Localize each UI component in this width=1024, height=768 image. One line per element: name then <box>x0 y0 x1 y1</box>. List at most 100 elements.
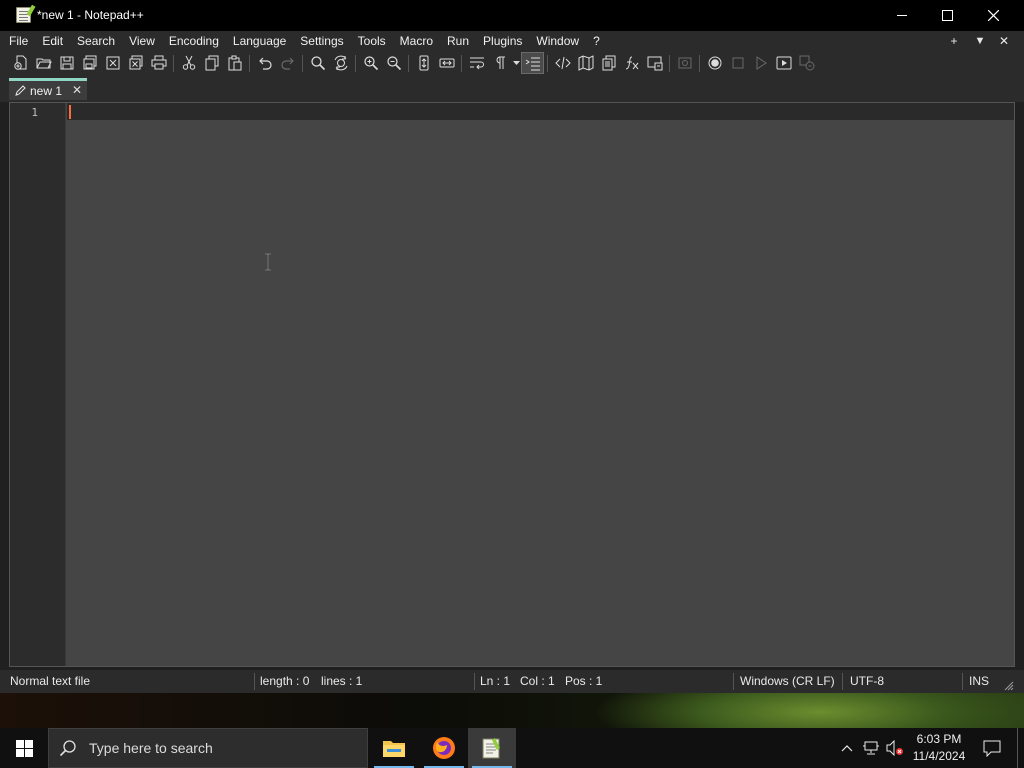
toolbar-separator <box>408 54 409 72</box>
tab-bar: new 1 ✕ <box>0 75 1024 102</box>
document-list-icon <box>602 55 615 71</box>
sync-horizontal-icon <box>439 58 454 68</box>
menu-plugins[interactable]: Plugins <box>476 31 529 51</box>
clock-time: 6:03 PM <box>916 732 962 746</box>
taskbar-file-explorer[interactable] <box>370 728 418 768</box>
copy-icon <box>205 55 218 71</box>
menu-macro[interactable]: Macro <box>393 31 440 51</box>
close-icon <box>106 56 119 70</box>
save-button[interactable] <box>55 52 78 74</box>
notification-center-button[interactable] <box>978 728 1006 768</box>
status-encoding[interactable]: UTF-8 <box>850 670 884 693</box>
sync-vertical-icon <box>419 55 428 71</box>
toolbar-separator <box>302 54 303 72</box>
menu-edit[interactable]: Edit <box>35 31 70 51</box>
open-file-button[interactable] <box>32 52 55 74</box>
folder-workspace-button[interactable] <box>643 52 666 74</box>
document-map-button[interactable] <box>574 52 597 74</box>
taskbar-search-box[interactable]: Type here to search <box>48 728 368 768</box>
menu-search[interactable]: Search <box>70 31 122 51</box>
play-macro-icon <box>756 56 767 70</box>
record-macro-button[interactable] <box>703 52 726 74</box>
show-all-characters-dropdown[interactable] <box>511 52 521 74</box>
save-macro-button[interactable] <box>795 52 818 74</box>
notification-icon <box>983 740 1001 757</box>
save-all-icon <box>83 55 96 70</box>
tab-list-dropdown-button[interactable]: ▼ <box>970 31 990 51</box>
status-separator <box>474 673 475 690</box>
sync-vertical-button[interactable] <box>412 52 435 74</box>
play-macro-button[interactable] <box>749 52 772 74</box>
menu-encoding[interactable]: Encoding <box>162 31 226 51</box>
menu-settings[interactable]: Settings <box>293 31 350 51</box>
show-all-characters-button[interactable] <box>488 52 511 74</box>
print-button[interactable] <box>147 52 170 74</box>
status-eol-format[interactable]: Windows (CR LF) <box>740 670 835 693</box>
paste-button[interactable] <box>223 52 246 74</box>
replace-button[interactable] <box>329 52 352 74</box>
copy-button[interactable] <box>200 52 223 74</box>
menu-file[interactable]: File <box>0 31 35 51</box>
monitoring-button[interactable] <box>673 52 696 74</box>
status-length: length : 0 <box>260 674 310 688</box>
toolbar-separator <box>355 54 356 72</box>
start-button[interactable] <box>0 728 48 768</box>
close-button[interactable] <box>970 0 1016 31</box>
tab-new-1[interactable]: new 1 ✕ <box>9 78 87 100</box>
taskbar-clock[interactable]: 6:03 PM 11/4/2024 <box>906 731 972 765</box>
status-file-type: Normal text file <box>10 674 91 688</box>
cut-button[interactable] <box>177 52 200 74</box>
find-button[interactable] <box>306 52 329 74</box>
minimize-button[interactable] <box>879 0 925 31</box>
menu-help[interactable]: ? <box>586 31 607 51</box>
taskbar-notepad-plus-plus[interactable] <box>468 728 516 768</box>
word-wrap-button[interactable] <box>465 52 488 74</box>
show-desktop-button[interactable] <box>1017 728 1018 768</box>
close-file-button[interactable] <box>101 52 124 74</box>
resize-grip-icon[interactable] <box>1004 681 1014 691</box>
function-list-button[interactable] <box>620 52 643 74</box>
maximize-icon <box>941 10 953 21</box>
menu-view[interactable]: View <box>122 31 162 51</box>
taskbar-firefox[interactable] <box>420 728 468 768</box>
text-area[interactable] <box>67 120 1014 666</box>
save-all-button[interactable] <box>78 52 101 74</box>
status-separator <box>962 673 963 690</box>
close-document-button[interactable]: ✕ <box>994 31 1014 51</box>
xml-tag-button[interactable] <box>551 52 574 74</box>
menu-language[interactable]: Language <box>226 31 293 51</box>
zoom-out-icon <box>386 56 401 71</box>
menu-window[interactable]: Window <box>529 31 586 51</box>
zoom-in-button[interactable] <box>359 52 382 74</box>
menu-tools[interactable]: Tools <box>351 31 393 51</box>
close-all-button[interactable] <box>124 52 147 74</box>
redo-button[interactable] <box>276 52 299 74</box>
chevron-down-icon <box>512 61 520 65</box>
pencil-icon <box>13 84 27 98</box>
maximize-button[interactable] <box>924 0 970 31</box>
run-macro-multiple-button[interactable] <box>772 52 795 74</box>
cut-icon <box>182 55 195 70</box>
new-file-button[interactable] <box>9 52 32 74</box>
status-insert-mode[interactable]: INS <box>969 670 989 693</box>
show-hidden-icons-button[interactable] <box>838 728 856 768</box>
search-placeholder: Type here to search <box>89 740 213 756</box>
title-bar[interactable]: *new 1 - Notepad++ <box>0 0 1024 31</box>
show-all-characters-icon <box>496 56 505 69</box>
document-list-button[interactable] <box>597 52 620 74</box>
toolbar-separator <box>249 54 250 72</box>
tab-close-button[interactable]: ✕ <box>70 82 84 98</box>
function-list-icon <box>625 56 638 70</box>
line-number: 1 <box>31 106 38 119</box>
volume-button[interactable] <box>884 728 906 768</box>
stop-recording-button[interactable] <box>726 52 749 74</box>
menu-run[interactable]: Run <box>440 31 476 51</box>
indent-guide-button[interactable] <box>521 52 544 74</box>
status-position: Pos : 1 <box>565 674 603 688</box>
editor-area[interactable]: 1 <box>9 102 1015 667</box>
sync-horizontal-button[interactable] <box>435 52 458 74</box>
network-status-button[interactable] <box>860 728 882 768</box>
undo-button[interactable] <box>253 52 276 74</box>
add-tab-button[interactable]: + <box>944 31 964 51</box>
zoom-out-button[interactable] <box>382 52 405 74</box>
